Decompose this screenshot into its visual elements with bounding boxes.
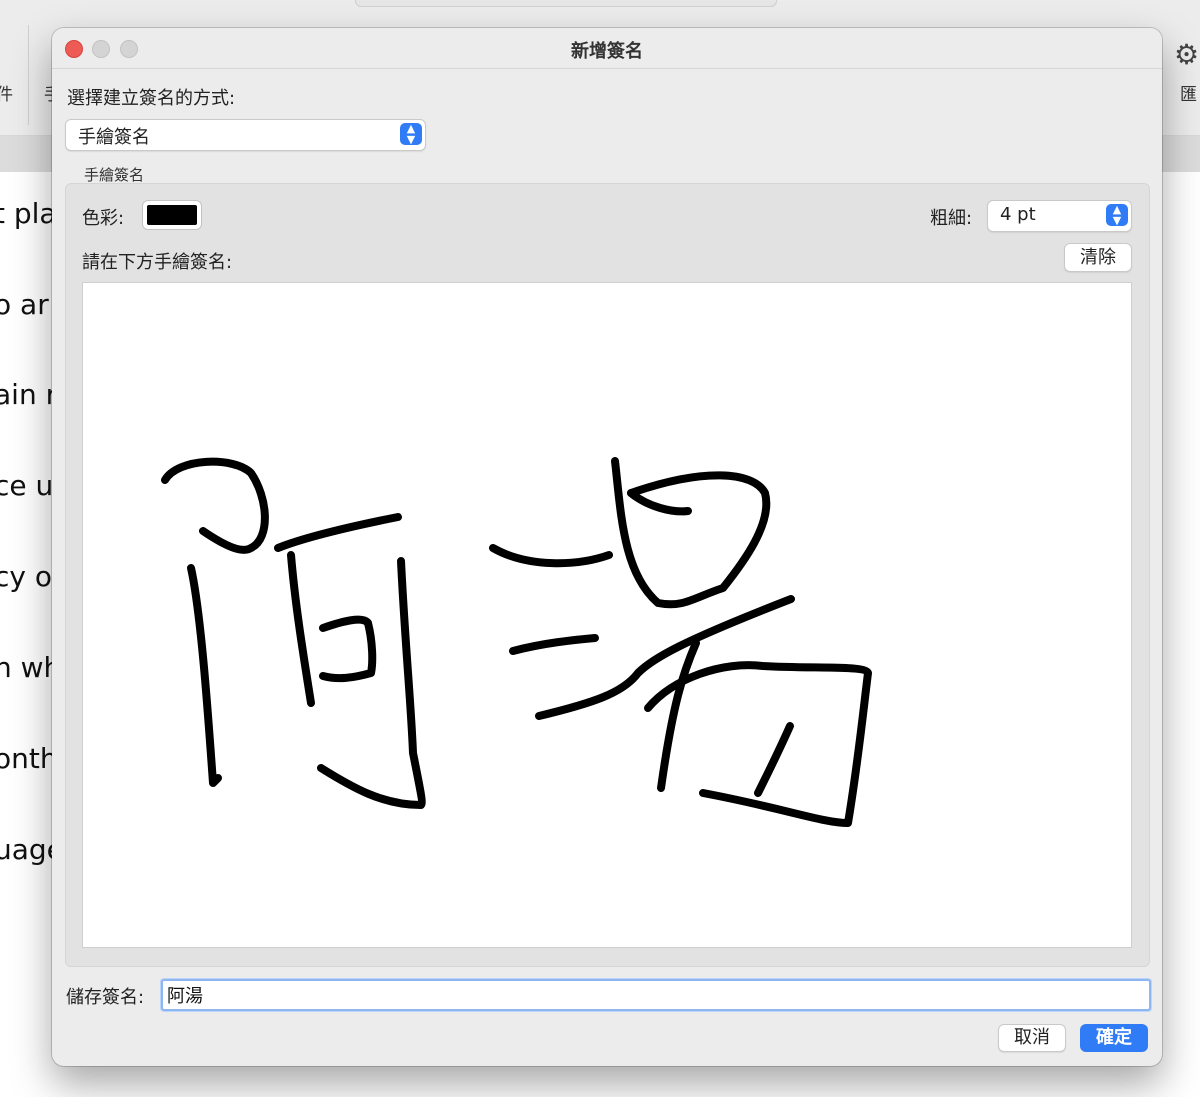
method-label: 選擇建立簽名的方式: [67,88,236,109]
method-select-value: 手繪簽名 [78,127,150,148]
thickness-select[interactable]: 4 pt ▲ ▼ [987,200,1132,232]
document-text: onth [0,742,58,775]
color-label: 色彩: [82,208,125,229]
dialog-titlebar: 新增簽名 [52,28,1162,69]
color-swatch[interactable] [142,200,202,230]
signature-canvas[interactable] [82,282,1132,948]
document-text: o ar [0,288,49,321]
cancel-button[interactable]: 取消 [998,1024,1066,1052]
signature-name-field[interactable] [161,979,1151,1011]
toolbar-divider [28,25,29,125]
toolbar-item-label[interactable]: 匯 [1180,80,1197,105]
document-text: t pla [0,197,57,230]
thickness-select-value: 4 pt [1000,204,1036,225]
group-label: 手繪簽名 [84,166,145,184]
new-signature-dialog: 新增簽名 選擇建立簽名的方式: 手繪簽名 ▲ ▼ 手繪簽名 色彩: 粗細: 4 p… [52,28,1162,1066]
ok-button[interactable]: 確定 [1080,1024,1148,1052]
document-text: ain r [0,378,58,411]
app-tab-strip [355,0,777,7]
save-label: 儲存簽名: [66,987,145,1008]
document-text: cy o [0,560,52,593]
method-select[interactable]: 手繪簽名 ▲ ▼ [65,119,426,151]
gear-icon[interactable]: ⚙ [1174,38,1200,72]
dialog-title: 新增簽名 [571,41,643,62]
toolbar-item-label[interactable]: 件 [0,80,13,105]
thickness-label: 粗細: [930,208,973,229]
color-swatch-fill [147,205,197,225]
chevron-updown-icon: ▲ ▼ [400,123,422,145]
handwritten-signature [161,457,872,827]
clear-button[interactable]: 清除 [1064,243,1132,272]
draw-instruction: 請在下方手繪簽名: [82,252,233,273]
chevron-updown-icon: ▲ ▼ [1106,204,1128,226]
signature-name-input[interactable] [167,983,1127,1007]
